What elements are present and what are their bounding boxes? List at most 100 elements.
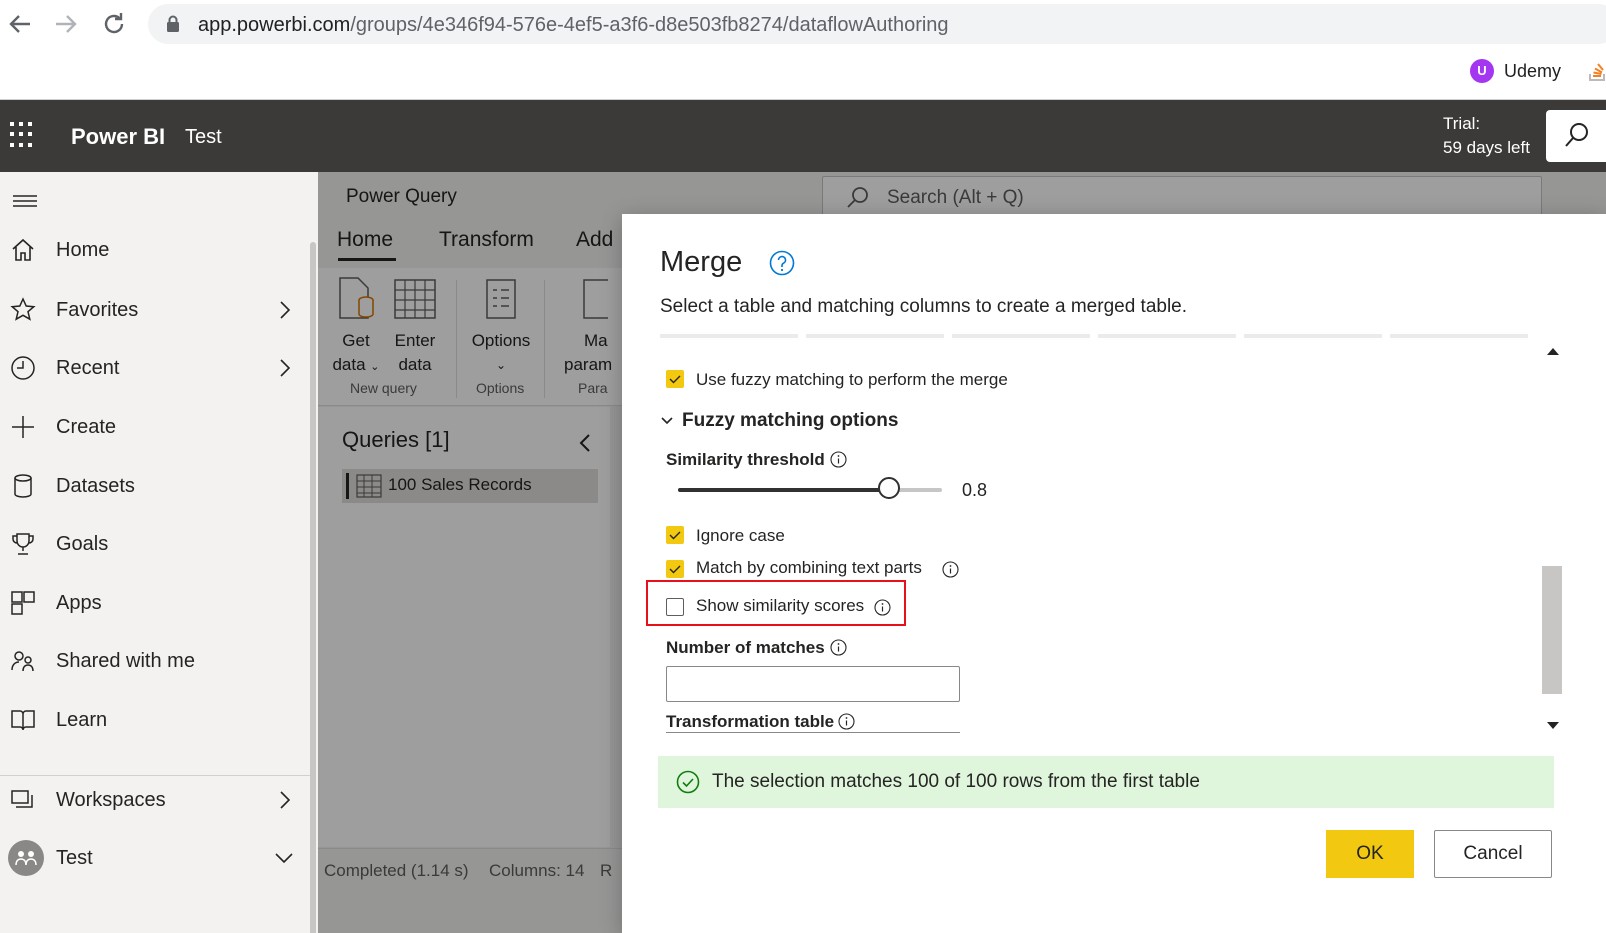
similarity-threshold-label: Similarity threshold	[666, 450, 825, 469]
nav-label-shared: Shared with me	[56, 649, 195, 672]
nav-label-favorites: Favorites	[56, 298, 139, 321]
star-icon	[10, 297, 36, 321]
nav-label-create: Create	[56, 415, 117, 438]
udemy-logo-icon: U	[1470, 59, 1494, 83]
ignore-case-label: Ignore case	[696, 526, 785, 545]
ok-button[interactable]: OK	[1326, 830, 1414, 878]
info-icon[interactable]	[838, 713, 855, 730]
shared-icon	[11, 651, 34, 672]
chevron-down-icon[interactable]	[660, 416, 674, 426]
chevron-right-icon[interactable]	[278, 358, 292, 378]
reload-icon[interactable]	[98, 8, 130, 40]
nav-label-workspaces: Workspaces	[56, 788, 166, 811]
nav-item-goals[interactable]: Goals	[0, 516, 310, 572]
workspaces-icon	[11, 790, 33, 808]
url-host: app.powerbi.com	[198, 14, 351, 36]
address-bar[interactable]: app.powerbi.com/groups/4e346f94-576e-4ef…	[148, 4, 1606, 44]
nav-item-recent[interactable]: Recent	[0, 340, 310, 396]
nav-label-home: Home	[56, 238, 110, 261]
similarity-value: 0.8	[962, 480, 988, 500]
nav-label-test: Test	[56, 846, 93, 869]
merge-dialog: Merge Select a table and matching column…	[622, 214, 1606, 933]
browser-toolbar: app.powerbi.com/groups/4e346f94-576e-4ef…	[0, 0, 1606, 100]
merge-options-scroll-area[interactable]: Use fuzzy matching to perform the merge …	[646, 340, 1528, 738]
nav-label-datasets: Datasets	[56, 474, 135, 497]
similarity-slider-fill	[678, 488, 890, 492]
chevron-down-icon[interactable]	[274, 848, 294, 868]
match-status-text: The selection matches 100 of 100 rows fr…	[712, 771, 1200, 792]
header-workspace-name[interactable]: Test	[185, 126, 222, 149]
number-of-matches-label: Number of matches	[666, 638, 825, 657]
trophy-icon	[12, 533, 34, 555]
info-icon[interactable]	[942, 561, 959, 578]
bookmark-udemy[interactable]: U Udemy	[1470, 58, 1561, 84]
nav-item-workspaces[interactable]: Workspaces	[0, 772, 310, 828]
app-header: Power BI Test Trial: 59 days left	[0, 100, 1606, 172]
nav-item-apps[interactable]: Apps	[0, 575, 310, 631]
checkmark-icon	[669, 375, 681, 384]
brand-title[interactable]: Power BI	[71, 124, 165, 150]
left-navigation: Home Favorites Recent Create Datasets Go…	[0, 172, 318, 933]
use-fuzzy-label: Use fuzzy matching to perform the merge	[696, 370, 1008, 389]
dialog-subtitle: Select a table and matching columns to c…	[660, 296, 1188, 317]
info-icon[interactable]	[830, 639, 847, 656]
url-text: app.powerbi.com/groups/4e346f94-576e-4ef…	[198, 14, 949, 37]
nav-label-goals: Goals	[56, 532, 109, 555]
transformation-table-dropdown[interactable]	[666, 732, 960, 742]
nav-item-create[interactable]: Create	[0, 399, 310, 455]
hamburger-menu-icon[interactable]	[12, 192, 38, 210]
clock-icon	[11, 356, 35, 380]
trial-line-1: Trial:	[1443, 114, 1481, 133]
trial-line-2: 59 days left	[1443, 138, 1530, 157]
nav-scrollbar[interactable]	[310, 242, 316, 933]
similarity-slider-track[interactable]	[678, 488, 942, 492]
nav-label-learn: Learn	[56, 708, 108, 731]
nav-item-learn[interactable]: Learn	[0, 692, 310, 748]
nav-label-recent: Recent	[56, 356, 120, 379]
chevron-right-icon[interactable]	[278, 790, 292, 810]
combine-text-label: Match by combining text parts	[696, 558, 922, 577]
help-icon[interactable]	[769, 250, 795, 276]
nav-item-home[interactable]: Home	[0, 222, 310, 278]
scroll-down-arrow-icon[interactable]	[1547, 722, 1559, 729]
plus-icon	[12, 416, 34, 438]
cancel-button[interactable]: Cancel	[1434, 830, 1552, 878]
nav-item-shared-with-me[interactable]: Shared with me	[0, 633, 310, 689]
scroll-up-arrow-icon[interactable]	[1547, 348, 1559, 355]
similarity-slider-thumb[interactable]	[878, 477, 901, 499]
group-avatar-icon	[8, 840, 44, 876]
search-icon	[1565, 123, 1588, 147]
use-fuzzy-checkbox[interactable]	[666, 370, 684, 388]
database-icon	[14, 474, 32, 498]
dialog-scrollbar[interactable]	[1542, 340, 1562, 738]
trial-status: Trial: 59 days left	[1443, 112, 1530, 160]
info-icon[interactable]	[830, 451, 847, 468]
match-status-banner: The selection matches 100 of 100 rows fr…	[658, 756, 1554, 808]
chevron-right-icon[interactable]	[278, 300, 292, 320]
bookmark-label: Udemy	[1504, 60, 1562, 81]
nav-label-apps: Apps	[56, 591, 102, 614]
forward-arrow-icon[interactable]	[50, 8, 82, 40]
fuzzy-options-section-title[interactable]: Fuzzy matching options	[682, 410, 898, 432]
nav-item-datasets[interactable]: Datasets	[0, 458, 310, 514]
ignore-case-checkbox[interactable]	[666, 526, 684, 544]
dialog-title: Merge	[660, 246, 743, 278]
checkmark-icon	[669, 531, 681, 540]
nav-item-favorites[interactable]: Favorites	[0, 282, 310, 338]
header-search-button[interactable]	[1546, 110, 1606, 162]
check-circle-icon	[676, 770, 700, 794]
app-launcher-icon[interactable]	[10, 122, 36, 148]
number-of-matches-input[interactable]	[666, 666, 960, 702]
scrollbar-thumb[interactable]	[1542, 566, 1562, 694]
lock-icon	[167, 15, 179, 32]
combine-text-checkbox[interactable]	[666, 560, 684, 578]
info-icon[interactable]	[874, 599, 891, 616]
url-path: /groups/4e346f94-576e-4ef5-a3f6-d8e503fb…	[350, 14, 949, 36]
stackoverflow-bookmark-icon[interactable]	[1588, 60, 1606, 82]
show-similarity-scores-checkbox[interactable]	[666, 598, 684, 616]
home-icon	[12, 238, 34, 261]
show-similarity-scores-label: Show similarity scores	[696, 596, 865, 615]
transformation-table-label: Transformation table	[666, 712, 835, 731]
nav-item-test-workspace[interactable]: Test	[0, 830, 310, 886]
back-arrow-icon[interactable]	[4, 8, 36, 40]
